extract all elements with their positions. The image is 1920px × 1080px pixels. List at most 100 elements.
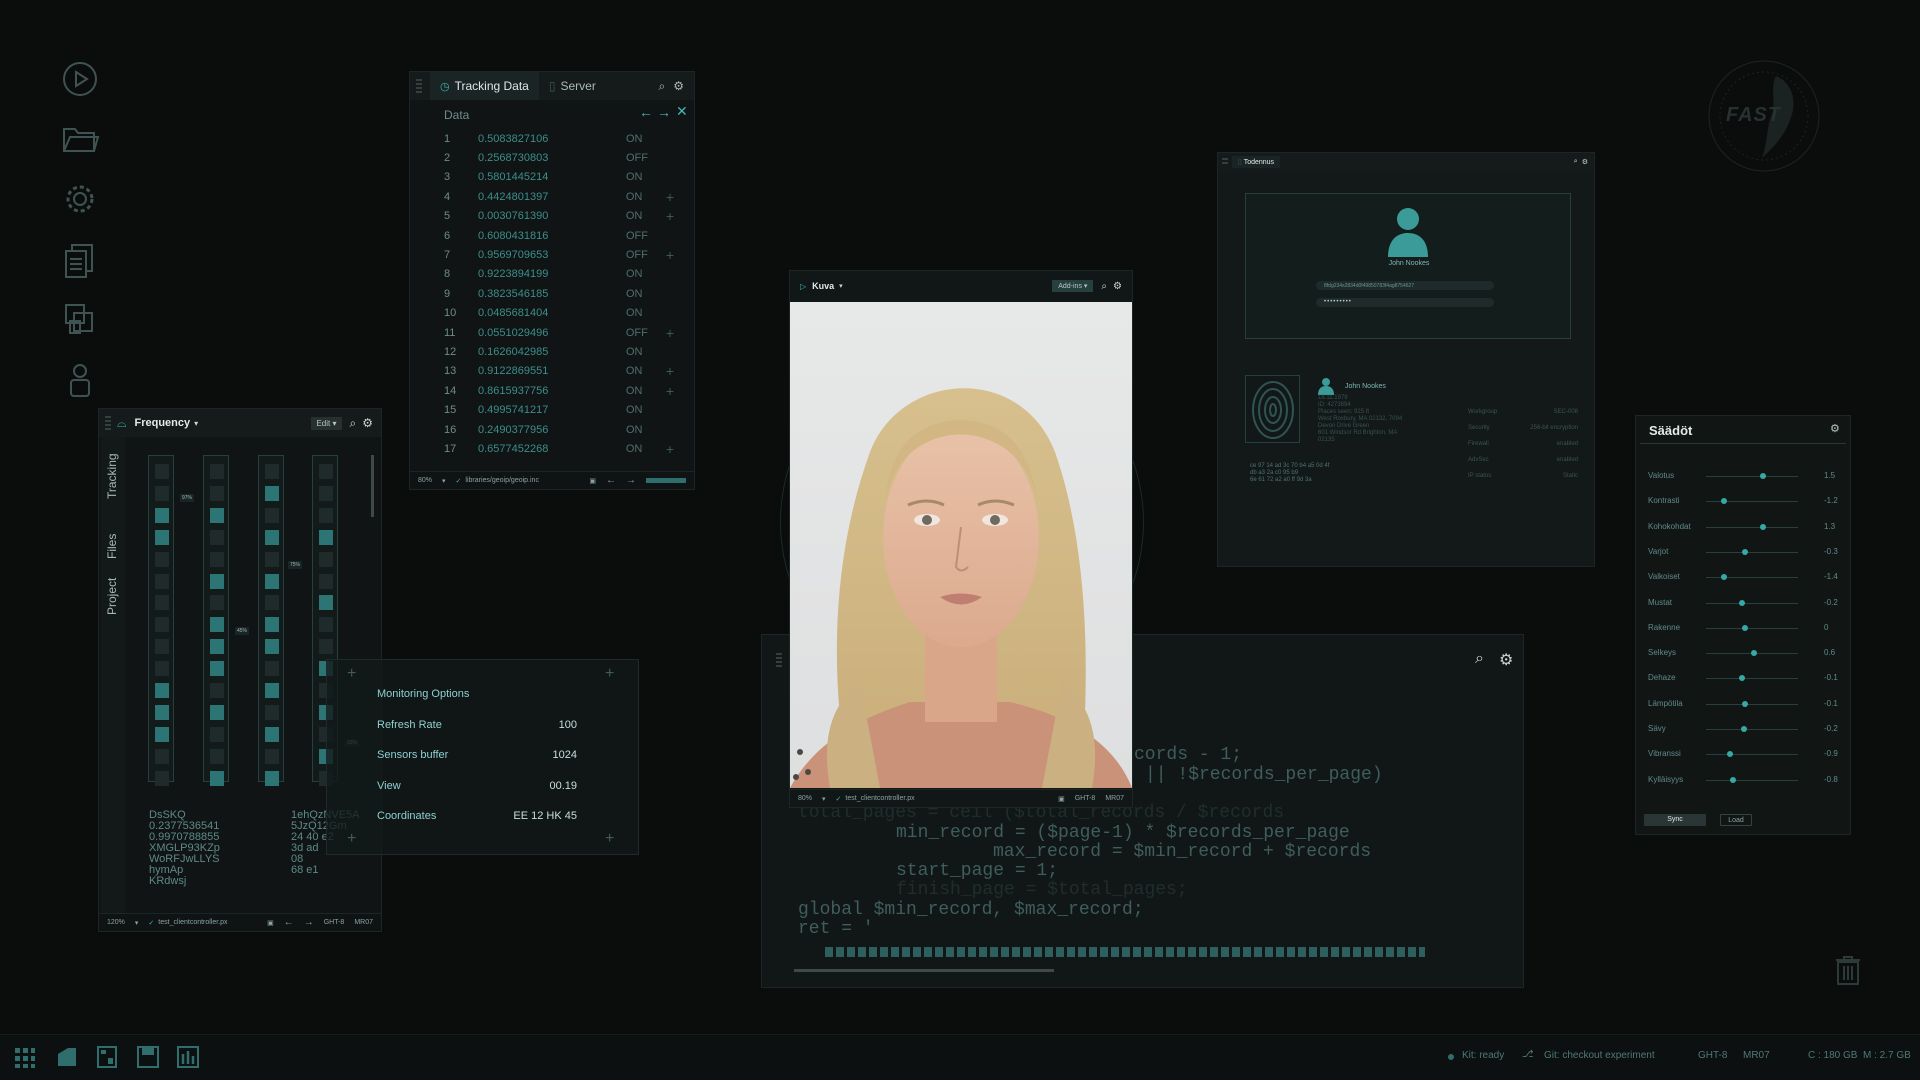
drag-handle[interactable] — [105, 416, 111, 430]
tab-files[interactable]: Files — [105, 534, 119, 559]
gear-icon[interactable]: ⚙ — [1499, 650, 1513, 670]
slider-row[interactable]: Valkoiset -1.4 — [1648, 570, 1838, 584]
slider-track[interactable] — [1706, 526, 1798, 528]
slider-track[interactable] — [1706, 476, 1798, 477]
arrow-left-icon[interactable]: ← — [639, 104, 653, 120]
plus-icon[interactable]: + — [666, 325, 674, 341]
calculator-icon[interactable] — [97, 1046, 117, 1073]
copy-icon[interactable]: ▣ — [589, 477, 596, 485]
tab-tracking[interactable]: Tracking — [105, 453, 119, 499]
table-row[interactable]: 9 0.3823546185 ON — [444, 284, 674, 303]
plus-icon[interactable]: + — [666, 363, 674, 379]
table-row[interactable]: 11 0.0551029496 OFF + — [444, 323, 674, 342]
git-status[interactable]: Git: checkout experiment — [1544, 1050, 1655, 1061]
table-row[interactable]: 4 0.4424801397 ON + — [444, 187, 674, 206]
addins-button[interactable]: Add-ins ▾ — [1052, 280, 1094, 292]
slider-knob[interactable] — [1741, 700, 1748, 707]
arrow-right-icon[interactable]: → — [304, 917, 314, 928]
table-row[interactable]: 8 0.9223894199 ON — [444, 265, 674, 284]
scrollbar[interactable] — [371, 455, 374, 517]
table-row[interactable]: 7 0.9569709653 OFF + — [444, 245, 674, 264]
slider-knob[interactable] — [1760, 523, 1767, 530]
slider-track[interactable] — [1706, 577, 1798, 579]
play-icon[interactable] — [60, 59, 100, 99]
slider-knob[interactable] — [1738, 675, 1745, 682]
gear-icon[interactable] — [60, 179, 100, 219]
documents-icon[interactable] — [60, 239, 100, 279]
copy-icon[interactable]: ▣ — [267, 919, 274, 927]
slider-knob[interactable] — [1726, 751, 1733, 758]
search-icon[interactable]: ⌕ — [1574, 158, 1578, 166]
plus-icon[interactable]: + — [666, 441, 674, 457]
save-icon[interactable] — [137, 1046, 159, 1073]
slider-knob[interactable] — [1741, 624, 1748, 631]
gear-icon[interactable]: ⚙ — [1113, 281, 1122, 292]
gear-icon[interactable]: ⚙ — [1830, 422, 1840, 435]
table-row[interactable]: 14 0.8615937756 ON + — [444, 381, 674, 400]
trash-icon[interactable] — [1834, 954, 1862, 991]
slider-row[interactable]: Mustat -0.2 — [1648, 596, 1838, 610]
slider-track[interactable] — [1706, 678, 1798, 680]
gear-icon[interactable]: ⚙ — [673, 79, 684, 93]
slider-knob[interactable] — [1738, 599, 1745, 606]
drag-handle[interactable] — [776, 653, 782, 667]
slider-row[interactable]: Dehaze -0.1 — [1648, 671, 1838, 685]
arrow-left-icon[interactable]: ← — [606, 475, 616, 486]
option-row[interactable]: View 00.19 — [377, 780, 577, 792]
table-row[interactable]: 10 0.0485681404 ON — [444, 304, 674, 323]
slider-track[interactable] — [1706, 501, 1798, 503]
slider-track[interactable] — [1706, 729, 1798, 730]
slider-track[interactable] — [1706, 754, 1798, 756]
table-row[interactable]: 13 0.9122869551 ON + — [444, 362, 674, 381]
table-row[interactable]: 16 0.2490377956 ON — [444, 420, 674, 439]
plus-icon[interactable]: + — [666, 189, 674, 205]
slider-track[interactable] — [1706, 627, 1798, 629]
slider-track[interactable] — [1706, 779, 1798, 781]
slider-row[interactable]: Sävy -0.2 — [1648, 722, 1838, 736]
tab-todennus[interactable]: ▯ Todennus — [1232, 156, 1281, 168]
file-app-icon[interactable] — [56, 1046, 78, 1073]
plus-icon[interactable]: + — [666, 247, 674, 263]
zoom-level[interactable]: 120% — [107, 919, 125, 926]
tab-project[interactable]: Project — [105, 578, 119, 615]
frequency-column[interactable] — [258, 455, 284, 786]
horizontal-scrollbar[interactable] — [794, 969, 1054, 972]
folder-icon[interactable] — [60, 119, 100, 159]
user-icon[interactable] — [60, 359, 100, 399]
layers-icon[interactable] — [60, 299, 100, 339]
frequency-column[interactable] — [148, 455, 174, 786]
table-row[interactable]: 6 0.6080431816 OFF — [444, 226, 674, 245]
slider-knob[interactable] — [1741, 548, 1748, 555]
slider-track[interactable] — [1706, 551, 1798, 553]
load-button[interactable]: Load — [1720, 814, 1752, 826]
copy-icon[interactable]: ▣ — [1058, 795, 1065, 803]
close-icon[interactable]: ✕ — [676, 103, 688, 120]
search-icon[interactable]: ⌕ — [1101, 281, 1107, 292]
edit-button[interactable]: Edit ▾ — [311, 416, 342, 430]
plus-icon[interactable]: + — [666, 208, 674, 224]
table-row[interactable]: 12 0.1626042985 ON — [444, 342, 674, 361]
drag-handle[interactable] — [1222, 158, 1228, 166]
option-row[interactable]: Refresh Rate 100 — [377, 719, 577, 731]
slider-knob[interactable] — [1760, 473, 1767, 479]
gear-icon[interactable]: ⚙ — [362, 416, 373, 430]
table-row[interactable]: 2 0.2568730803 OFF — [444, 148, 674, 167]
search-icon[interactable]: ⌕ — [350, 416, 357, 431]
frequency-column[interactable] — [203, 455, 229, 786]
search-icon[interactable]: ⌕ — [659, 79, 666, 94]
chevron-down-icon[interactable]: ▾ — [442, 477, 446, 485]
password-field[interactable]: ••••••••• — [1316, 298, 1494, 307]
equalizer-icon[interactable] — [177, 1046, 199, 1073]
slider-knob[interactable] — [1721, 498, 1728, 505]
slider-row[interactable]: Rakenne 0 — [1648, 621, 1828, 635]
chevron-down-icon[interactable]: ▾ — [194, 419, 198, 428]
slider-knob[interactable] — [1740, 726, 1747, 732]
slider-row[interactable]: Vibranssi -0.9 — [1648, 747, 1838, 761]
zoom-level[interactable]: 80% — [798, 795, 812, 802]
arrow-left-icon[interactable]: ← — [284, 917, 294, 928]
sync-button[interactable]: Sync — [1644, 814, 1706, 826]
table-row[interactable]: 15 0.4995741217 ON — [444, 401, 674, 420]
option-row[interactable]: Sensors buffer 1024 — [377, 749, 577, 761]
arrow-right-icon[interactable]: → — [657, 104, 671, 120]
slider-row[interactable]: Kontrasti -1.2 — [1648, 494, 1838, 508]
